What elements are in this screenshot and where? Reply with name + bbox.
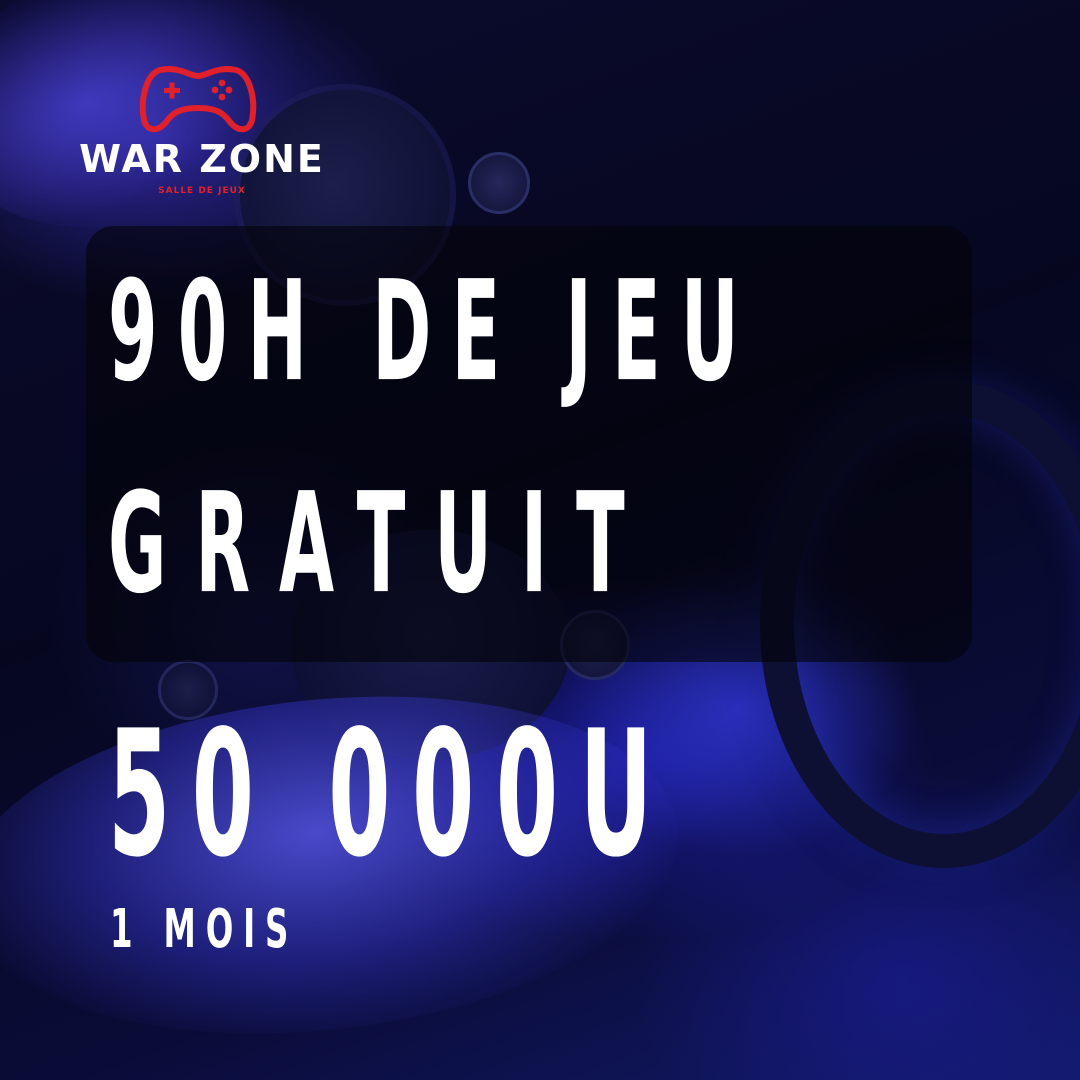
offer-price: 50 000U <box>108 692 674 896</box>
brand-logo: WAR ZONE SALLE DE JEUX <box>52 62 352 202</box>
gamepad-icon <box>139 66 257 133</box>
offer-duration: 1 MOIS <box>110 898 299 961</box>
offer-hours-text: 90H DE JEU <box>108 250 759 412</box>
background-button-top <box>468 152 530 214</box>
promo-canvas: WAR ZONE SALLE DE JEUX 90H DE JEU GRATUI… <box>0 0 1080 1080</box>
offer-free-text: GRATUIT <box>108 462 654 624</box>
brand-name: WAR ZONE <box>79 137 325 181</box>
brand-tagline: SALLE DE JEUX <box>158 186 246 196</box>
